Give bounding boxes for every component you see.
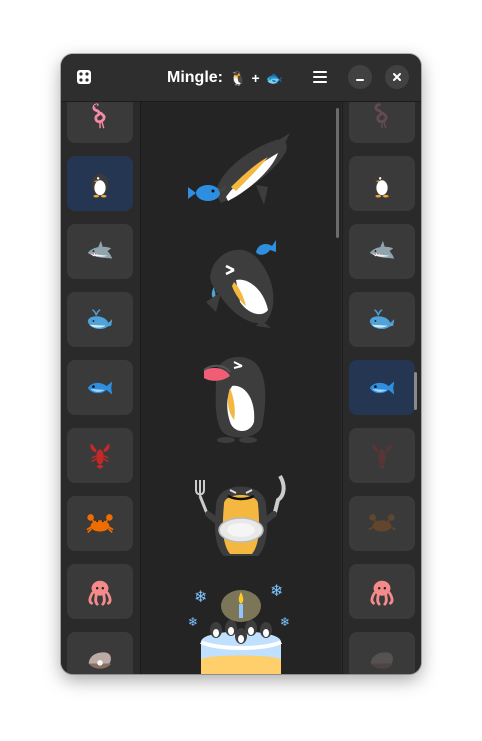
- right-tile-fish[interactable]: [349, 360, 415, 415]
- right-tile-lobster[interactable]: [349, 428, 415, 483]
- flamingo-icon: [374, 102, 388, 128]
- whale-icon: [369, 308, 395, 329]
- crab-icon: [368, 513, 396, 531]
- left-tile-crab[interactable]: [67, 496, 133, 551]
- title-plus: +: [251, 70, 260, 86]
- title-emoji-left: 🐧: [229, 69, 247, 86]
- left-tile-penguin[interactable]: [67, 156, 133, 211]
- right-tile-oyster[interactable]: [349, 632, 415, 674]
- right-tile-shark[interactable]: [349, 224, 415, 279]
- right-emoji-list[interactable]: [342, 102, 421, 674]
- penguin-diving-with-fish-sticker: [188, 133, 290, 205]
- results-list[interactable]: ❄ ❄ ❄ ❄: [141, 102, 341, 674]
- result-penguin-laughing-with-fish[interactable]: [181, 230, 301, 334]
- fish-icon: [369, 380, 395, 395]
- penguin-birthday-cake-sticker: ❄ ❄ ❄ ❄: [188, 582, 290, 674]
- right-tile-flamingo[interactable]: [349, 102, 415, 143]
- oyster-icon: [88, 651, 112, 669]
- lobster-icon: [90, 443, 110, 469]
- shark-icon: [87, 240, 113, 259]
- crab-icon: [86, 513, 114, 533]
- whale-icon: [87, 308, 113, 329]
- minimize-icon: [356, 79, 364, 81]
- close-button[interactable]: [385, 65, 409, 89]
- close-icon: [393, 73, 401, 81]
- left-tile-whale[interactable]: [67, 292, 133, 347]
- result-penguin-birthday-cake[interactable]: ❄ ❄ ❄ ❄: [181, 580, 301, 674]
- hamburger-menu-icon[interactable]: [308, 65, 332, 89]
- left-tile-oyster[interactable]: [67, 632, 133, 674]
- shark-icon: [369, 240, 395, 259]
- svg-text:❄: ❄: [270, 582, 283, 600]
- left-tile-fish[interactable]: [67, 360, 133, 415]
- left-emoji-list[interactable]: [61, 102, 141, 674]
- fish-icon: [87, 380, 113, 395]
- right-tile-whale[interactable]: [349, 292, 415, 347]
- penguin-icon: [373, 173, 391, 197]
- right-tile-octopus[interactable]: [349, 564, 415, 619]
- right-tile-penguin[interactable]: [349, 156, 415, 211]
- penguin-laughing-with-fish-sticker: [206, 240, 276, 328]
- svg-text:❄: ❄: [280, 615, 290, 629]
- svg-text:❄: ❄: [194, 587, 207, 606]
- right-list-scrollbar[interactable]: [414, 372, 417, 410]
- penguin-icon: [91, 173, 109, 197]
- right-tile-crab[interactable]: [349, 496, 415, 551]
- lobster-icon: [372, 443, 392, 469]
- octopus-icon: [370, 580, 394, 606]
- window-title: Mingle: 🐧 + 🐟: [167, 66, 297, 90]
- octopus-icon: [88, 580, 112, 606]
- title-emoji-right: 🐟: [265, 69, 284, 86]
- main-content: ❄ ❄ ❄ ❄: [61, 102, 421, 674]
- result-penguin-with-plate-fork-knife[interactable]: [181, 464, 301, 568]
- left-tile-flamingo[interactable]: [67, 102, 133, 143]
- result-penguin-shouting[interactable]: [181, 344, 301, 448]
- header-bar: Mingle: 🐧 + 🐟: [61, 54, 421, 102]
- dice-icon[interactable]: [72, 65, 96, 89]
- left-tile-lobster[interactable]: [67, 428, 133, 483]
- app-window: Mingle: 🐧 + 🐟 ❄ ❄ ❄ ❄: [61, 54, 421, 674]
- penguin-shouting-sticker: [203, 356, 266, 443]
- flamingo-icon: [92, 102, 106, 128]
- result-penguin-diving-with-fish[interactable]: [181, 118, 301, 222]
- title-text: Mingle:: [167, 69, 223, 86]
- penguin-with-plate-fork-knife-sticker: [195, 474, 286, 556]
- results-scrollbar[interactable]: [336, 108, 339, 238]
- oyster-icon: [370, 651, 394, 669]
- left-tile-octopus[interactable]: [67, 564, 133, 619]
- left-tile-shark[interactable]: [67, 224, 133, 279]
- svg-text:❄: ❄: [188, 615, 198, 629]
- minimize-button[interactable]: [348, 65, 372, 89]
